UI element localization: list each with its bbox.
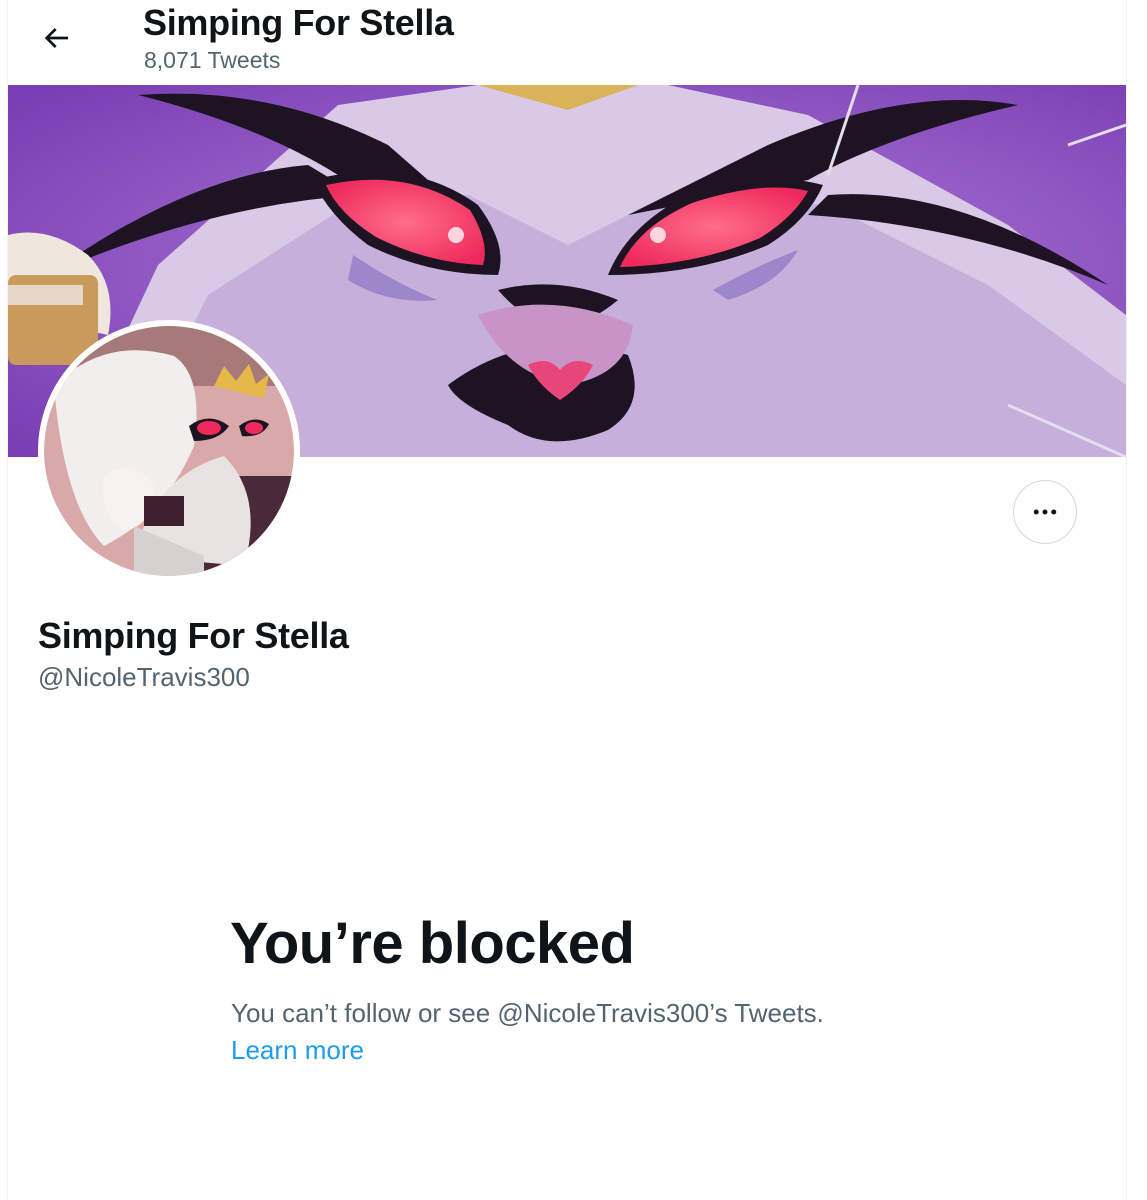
header-title: Simping For Stella [143,2,454,43]
top-header-bar: Simping For Stella 8,071 Tweets [8,0,1126,84]
profile-avatar[interactable] [38,320,300,582]
more-dots-icon [1033,509,1057,515]
profile-page: Simping For Stella 8,071 Tweets Simping … [7,0,1127,1200]
blocked-title: You’re blocked [230,911,635,976]
back-button[interactable] [34,16,78,60]
profile-handle: @NicoleTravis300 [38,662,250,692]
arrow-left-icon [44,28,68,48]
profile-display-name: Simping For Stella [38,615,349,656]
learn-more-link[interactable]: Learn more [231,1035,364,1066]
blocked-description: You can’t follow or see @NicoleTravis300… [231,998,824,1028]
header-tweet-count: 8,071 Tweets [144,47,281,73]
more-options-button[interactable] [1013,480,1077,544]
